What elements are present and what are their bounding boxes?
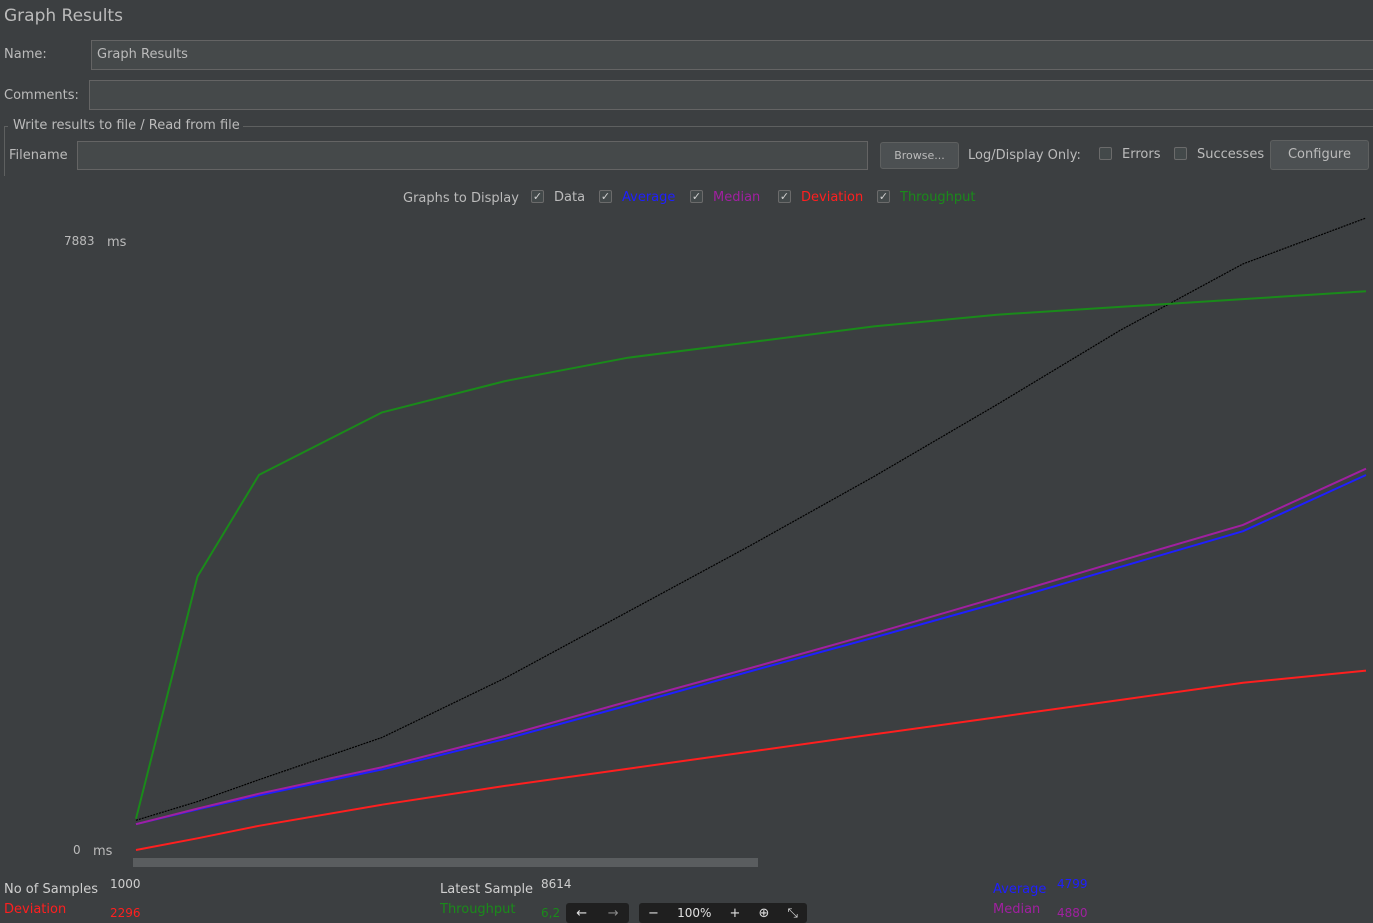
configure-button[interactable]: Configure bbox=[1270, 140, 1369, 170]
throughput-summary-value: 6,2 bbox=[541, 906, 561, 920]
browse-button[interactable]: Browse... bbox=[880, 142, 959, 169]
y-min-label: 0 bbox=[73, 843, 81, 857]
average-label: Average bbox=[622, 190, 676, 205]
samples-label: No of Samples bbox=[4, 882, 98, 897]
throughput-label: Throughput bbox=[900, 190, 976, 205]
filename-input[interactable] bbox=[77, 141, 868, 170]
average-summary-value: 4799 bbox=[1057, 877, 1088, 891]
filename-label: Filename bbox=[9, 148, 68, 163]
errors-checkbox[interactable] bbox=[1099, 147, 1112, 160]
data-label: Data bbox=[554, 190, 586, 205]
data-checkbox[interactable]: ✓ bbox=[531, 190, 544, 203]
samples-value: 1000 bbox=[110, 877, 141, 891]
fieldset-legend: Write results to file / Read from file bbox=[13, 118, 240, 133]
y-min-unit: ms bbox=[93, 844, 113, 859]
median-label: Median bbox=[713, 190, 761, 205]
comments-label: Comments: bbox=[4, 88, 79, 103]
horizontal-scrollbar[interactable] bbox=[133, 858, 758, 867]
median-summary-value: 4880 bbox=[1057, 906, 1088, 920]
throughput-summary-label: Throughput bbox=[440, 902, 516, 917]
page-title: Graph Results bbox=[4, 6, 123, 26]
forward-arrow-icon[interactable]: → bbox=[608, 906, 619, 921]
errors-label: Errors bbox=[1122, 147, 1161, 162]
zoom-controls: − 100% + ⊕ ⤡ bbox=[639, 903, 807, 923]
name-label: Name: bbox=[4, 47, 47, 62]
average-summary-label: Average bbox=[993, 882, 1047, 897]
y-max-unit: ms bbox=[107, 235, 127, 250]
series-line-average bbox=[135, 474, 1367, 826]
latest-sample-value: 8614 bbox=[541, 877, 572, 891]
throughput-checkbox[interactable]: ✓ bbox=[877, 190, 890, 203]
graphs-to-display-label: Graphs to Display bbox=[403, 191, 519, 206]
zoom-in-icon[interactable]: + bbox=[729, 906, 740, 921]
median-summary-label: Median bbox=[993, 902, 1041, 917]
fieldset-border-top bbox=[243, 126, 1373, 127]
history-controls: ← → bbox=[566, 903, 629, 923]
series-line-throughput bbox=[135, 290, 1367, 819]
average-checkbox[interactable]: ✓ bbox=[599, 190, 612, 203]
successes-checkbox[interactable] bbox=[1174, 147, 1187, 160]
name-field[interactable]: Graph Results bbox=[91, 40, 1373, 70]
deviation-label: Deviation bbox=[801, 190, 864, 205]
series-line-median bbox=[135, 467, 1367, 826]
fieldset-border-side bbox=[4, 126, 5, 176]
deviation-summary-label: Deviation bbox=[4, 902, 67, 917]
successes-label: Successes bbox=[1197, 147, 1265, 162]
deviation-checkbox[interactable]: ✓ bbox=[778, 190, 791, 203]
log-display-label: Log/Display Only: bbox=[968, 148, 1081, 163]
download-icon[interactable]: ⊕ bbox=[759, 906, 770, 921]
collapse-icon[interactable]: ⤡ bbox=[788, 906, 798, 921]
deviation-summary-value: 2296 bbox=[110, 906, 141, 920]
latest-sample-label: Latest Sample bbox=[440, 882, 534, 897]
series-line-deviation bbox=[135, 669, 1367, 851]
zoom-level: 100% bbox=[677, 906, 712, 920]
graph-chart: 7883 ms 0 ms bbox=[64, 217, 1367, 867]
back-arrow-icon[interactable]: ← bbox=[576, 906, 587, 921]
series-line-data bbox=[135, 217, 1367, 821]
median-checkbox[interactable]: ✓ bbox=[690, 190, 703, 203]
comments-field[interactable] bbox=[89, 80, 1373, 110]
zoom-out-icon[interactable]: − bbox=[648, 906, 659, 921]
y-max-label: 7883 bbox=[64, 234, 95, 248]
